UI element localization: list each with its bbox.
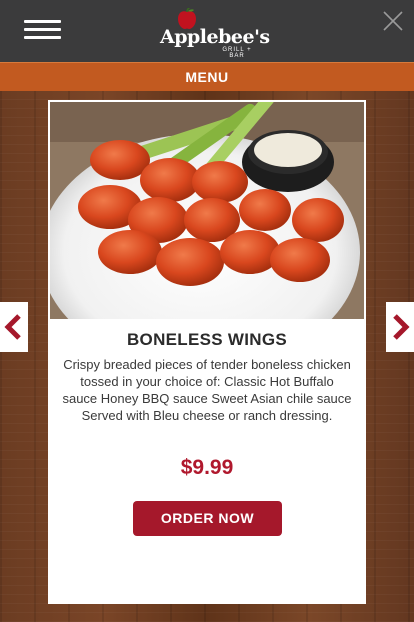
menu-section-bar[interactable]: MENU [0, 62, 414, 91]
applebees-logo[interactable]: Applebee's GRILL + BAR [160, 6, 270, 59]
chevron-left-icon [4, 314, 21, 340]
menu-item-card: BONELESS WINGS Crispy breaded pieces of … [48, 100, 366, 604]
chevron-right-icon [393, 314, 410, 340]
brand-subtitle: GRILL + BAR [222, 47, 252, 59]
menu-label: MENU [185, 69, 229, 85]
hamburger-menu-icon[interactable] [24, 20, 61, 40]
item-price: $9.99 [180, 456, 234, 479]
brand-name: Applebee's [160, 26, 270, 48]
next-item-button[interactable] [386, 302, 414, 352]
top-bar: Applebee's GRILL + BAR [0, 0, 414, 62]
order-now-button[interactable]: ORDER NOW [133, 501, 282, 536]
item-title: BONELESS WINGS [126, 330, 288, 349]
item-description: Crispy breaded pieces of tender boneless… [62, 357, 352, 423]
previous-item-button[interactable] [0, 302, 28, 352]
food-photo [50, 102, 364, 319]
close-icon[interactable] [382, 10, 404, 32]
